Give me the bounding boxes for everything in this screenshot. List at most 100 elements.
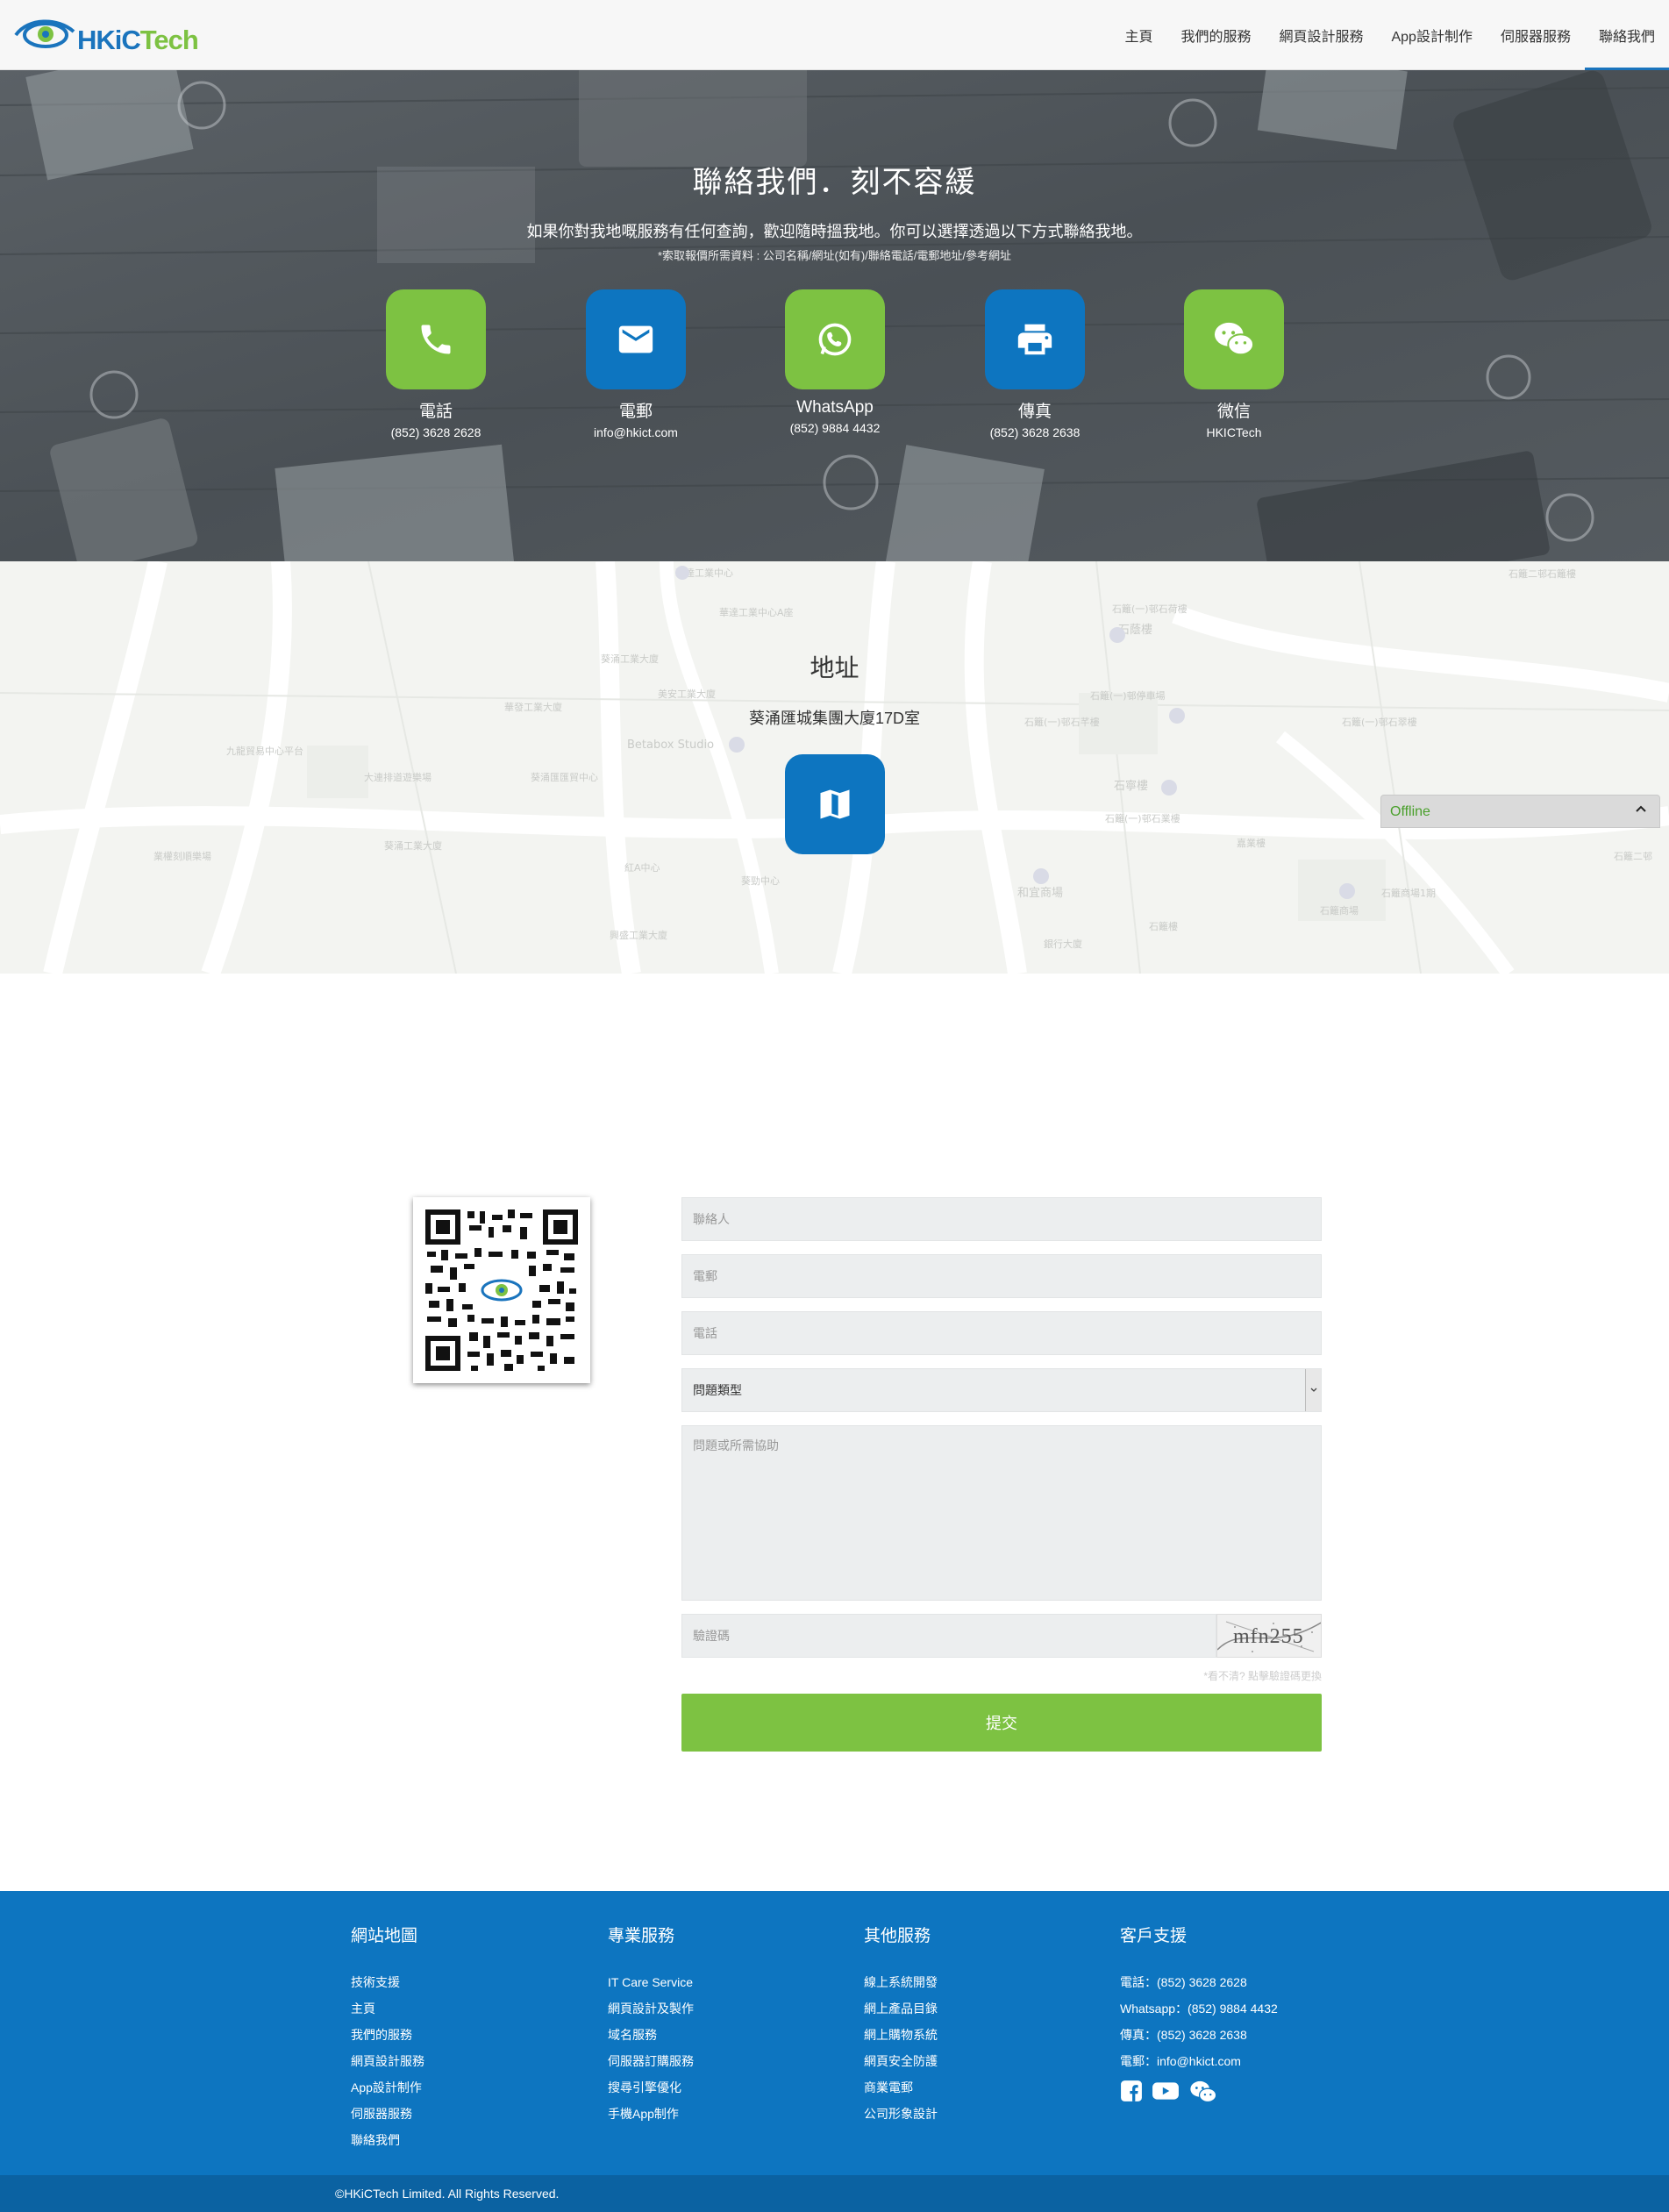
contact-value: (852) 3628 2628 bbox=[390, 425, 481, 439]
social-links bbox=[1120, 2080, 1366, 2104]
footer-link[interactable]: 搜尋引擎優化 bbox=[608, 2074, 853, 2101]
address-map[interactable]: 華達工業中心 華達工業中心A座 葵涌工業大廈 美安工業大廈 華發工業大廈 九龍貿… bbox=[0, 561, 1669, 974]
chevron-down-icon bbox=[1305, 1369, 1321, 1411]
footer-link[interactable]: 域名服務 bbox=[608, 2022, 853, 2048]
map-label: 石籬(一)邨停車場 bbox=[1090, 689, 1166, 702]
contact-methods: 電話 (852) 3628 2628 電郵 info@hkict.com Wha… bbox=[385, 289, 1284, 465]
email-input[interactable]: 電郵 bbox=[681, 1254, 1322, 1298]
address-title: 地址 bbox=[810, 654, 859, 681]
footer-link[interactable]: 網頁設計服務 bbox=[351, 2048, 596, 2074]
footer-link[interactable]: 網上產品目錄 bbox=[864, 1995, 1109, 2022]
hero-note: *索取報價所需資料 : 公司名稱/網址(如有)/聯絡電話/電郵地址/參考網址 bbox=[657, 249, 1011, 262]
map-label: 大連排道遊樂場 bbox=[364, 771, 432, 783]
map-label: 石籬二邨 bbox=[1614, 850, 1652, 862]
captcha-refresh-note[interactable]: *看不清? 點擊驗證碼更換 bbox=[681, 1668, 1322, 1683]
brand-tech: Tech bbox=[139, 25, 199, 55]
footer-whatsapp: Whatsapp：(852) 9884 4432 bbox=[1120, 2002, 1278, 2016]
footer-support: 客戶支援 電話：(852) 3628 2628 Whatsapp：(852) 9… bbox=[1120, 1923, 1366, 2104]
map-label: 和宜商場 bbox=[1017, 887, 1063, 900]
phone-input[interactable]: 電話 bbox=[681, 1311, 1322, 1355]
copyright-bar: ©HKiCTech Limited. All Rights Reserved. bbox=[0, 2175, 1669, 2212]
footer-fax: 傳真：(852) 3628 2638 bbox=[1120, 2028, 1247, 2042]
open-map-button[interactable] bbox=[785, 754, 885, 854]
footer-link[interactable]: IT Care Service bbox=[608, 1969, 853, 1995]
map-label: 石籬(一)邨石荷樓 bbox=[1112, 603, 1188, 615]
footer-link[interactable]: 公司形象設計 bbox=[864, 2101, 1109, 2127]
site-footer: 網站地圖 技術支援 主頁 我們的服務 網頁設計服務 App設計制作 伺服器服務 … bbox=[0, 1891, 1669, 2175]
qr-code-image bbox=[424, 1208, 580, 1373]
nav-web-design[interactable]: 網頁設計服務 bbox=[1265, 0, 1377, 70]
topic-select[interactable]: 問題類型 bbox=[681, 1368, 1322, 1412]
eye-logo-icon bbox=[14, 19, 75, 48]
mail-icon bbox=[618, 325, 653, 353]
phone-button[interactable] bbox=[386, 289, 486, 389]
footer-link[interactable]: 聯絡我們 bbox=[351, 2127, 596, 2153]
contact-value: (852) 9884 4432 bbox=[789, 421, 881, 435]
contact-fax: 傳真 (852) 3628 2638 bbox=[934, 289, 1136, 439]
hkictech-logo[interactable]: HKiCTech bbox=[12, 12, 214, 58]
contact-label: 傳真 bbox=[1017, 403, 1052, 421]
footer-heading: 網站地圖 bbox=[351, 1927, 418, 1945]
footer-link[interactable]: App設計制作 bbox=[351, 2074, 596, 2101]
map-label: 葵勁中心 bbox=[741, 875, 780, 887]
footer-link[interactable]: 技術支援 bbox=[351, 1969, 596, 1995]
email-button[interactable] bbox=[586, 289, 686, 389]
nav-contact[interactable]: 聯絡我們 bbox=[1584, 0, 1669, 70]
footer-link[interactable]: 伺服器服務 bbox=[351, 2101, 596, 2127]
footer-link[interactable]: 網頁安全防護 bbox=[864, 2048, 1109, 2074]
footer-phone: 電話：(852) 3628 2628 bbox=[1120, 1975, 1247, 1989]
nav-app-design[interactable]: App設計制作 bbox=[1377, 0, 1486, 70]
whatsapp-icon bbox=[818, 323, 852, 356]
nav-home[interactable]: 主頁 bbox=[1110, 0, 1166, 70]
printer-icon bbox=[1017, 324, 1052, 355]
footer-link[interactable]: 主頁 bbox=[351, 1995, 596, 2022]
contact-whatsapp: WhatsApp (852) 9884 4432 bbox=[734, 289, 936, 435]
footer-link[interactable]: 商業電郵 bbox=[864, 2074, 1109, 2101]
hero-subtitle: 如果你對我地嘅服務有任何查詢，歡迎隨時搵我地。你可以選擇透過以下方式聯絡我地。 bbox=[526, 223, 1143, 240]
map-icon bbox=[820, 789, 850, 819]
whatsapp-button[interactable] bbox=[785, 289, 885, 389]
map-label: 石籬樓 bbox=[1149, 920, 1178, 932]
footer-link[interactable]: 手機App制作 bbox=[608, 2101, 853, 2127]
map-label: 銀行大廈 bbox=[1044, 938, 1082, 950]
wechat-button[interactable] bbox=[1184, 289, 1284, 389]
map-label: 紅A中心 bbox=[624, 862, 660, 874]
map-label: 美安工業大廈 bbox=[658, 688, 716, 700]
contact-label: 電郵 bbox=[618, 403, 653, 421]
wechat-qr-code bbox=[413, 1197, 590, 1383]
contact-form: 聯絡人 電郵 電話 問題類型 問題或所需協助 驗證碼 mfn255 *看不清? … bbox=[681, 1197, 1322, 1752]
chevron-up-icon[interactable] bbox=[1635, 803, 1647, 819]
wechat-icon[interactable] bbox=[1188, 2080, 1218, 2104]
fax-button[interactable] bbox=[985, 289, 1085, 389]
footer-link[interactable]: 線上系統開發 bbox=[864, 1969, 1109, 1995]
phone-icon bbox=[421, 325, 451, 354]
footer-link[interactable]: 網上購物系統 bbox=[864, 2022, 1109, 2048]
footer-heading: 客戶支援 bbox=[1120, 1927, 1188, 1945]
footer-link[interactable]: 網頁設計及製作 bbox=[608, 1995, 853, 2022]
map-label: 葵涌工業大廈 bbox=[384, 839, 442, 852]
topic-select-value: 問題類型 bbox=[693, 1383, 742, 1397]
hero-title: 聯絡我們．刻不容緩 bbox=[692, 166, 977, 199]
map-label: 嘉業樓 bbox=[1237, 837, 1266, 849]
contact-person-input[interactable]: 聯絡人 bbox=[681, 1197, 1322, 1241]
nav-server[interactable]: 伺服器服務 bbox=[1487, 0, 1585, 70]
submit-button[interactable]: 提交 bbox=[681, 1694, 1322, 1752]
footer-link[interactable]: 我們的服務 bbox=[351, 2022, 596, 2048]
map-label: 石籬(一)邨石業樓 bbox=[1105, 812, 1180, 824]
nav-services[interactable]: 我們的服務 bbox=[1166, 0, 1265, 70]
map-label: 石籬二邨石籬樓 bbox=[1509, 567, 1576, 580]
map-label: 石寧樓 bbox=[1114, 779, 1148, 793]
message-textarea[interactable]: 問題或所需協助 bbox=[681, 1425, 1322, 1601]
chat-widget[interactable]: Offline bbox=[1380, 795, 1660, 828]
youtube-icon[interactable] bbox=[1152, 2080, 1180, 2104]
map-label: 九龍貿易中心平台 bbox=[226, 745, 303, 757]
captcha-image[interactable]: mfn255 bbox=[1216, 1614, 1322, 1658]
footer-link[interactable]: 伺服器訂購服務 bbox=[608, 2048, 853, 2074]
map-label: 業權刻順樂場 bbox=[153, 850, 211, 862]
captcha-row: 驗證碼 mfn255 bbox=[681, 1614, 1322, 1658]
copyright-text: ©HKiCTech Limited. All Rights Reserved. bbox=[335, 2187, 560, 2201]
facebook-icon[interactable] bbox=[1120, 2080, 1143, 2104]
captcha-input[interactable]: 驗證碼 bbox=[681, 1614, 1216, 1658]
contact-phone: 電話 (852) 3628 2628 bbox=[335, 289, 537, 439]
footer-pro-services: 專業服務 IT Care Service 網頁設計及製作 域名服務 伺服器訂購服… bbox=[608, 1923, 853, 2127]
